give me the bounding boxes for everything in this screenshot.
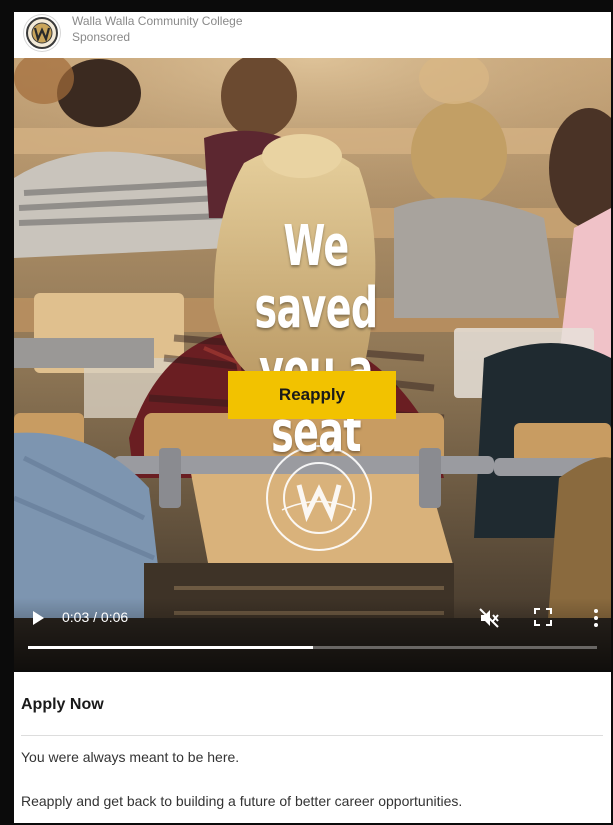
- caption-line-2: Reapply and get back to building a futur…: [21, 793, 463, 809]
- ad-frame: Walla Walla Community College Sponsored: [0, 0, 613, 825]
- apply-now-title[interactable]: Apply Now: [21, 696, 104, 714]
- advertiser-avatar[interactable]: [24, 15, 60, 51]
- sponsored-label: Sponsored: [72, 30, 131, 44]
- headline-line-1: We saved: [254, 214, 379, 341]
- divider: [21, 735, 603, 736]
- play-icon[interactable]: [30, 610, 46, 626]
- advertiser-name[interactable]: Walla Walla Community College: [72, 14, 243, 28]
- college-logo-icon: [26, 17, 58, 49]
- post-header: Walla Walla Community College Sponsored: [14, 12, 611, 58]
- ad-caption: Apply Now You were always meant to be he…: [14, 672, 611, 823]
- headline: We saved you a seat: [225, 216, 407, 464]
- reapply-button[interactable]: Reapply: [228, 371, 396, 419]
- fullscreen-icon[interactable]: [534, 608, 552, 626]
- mute-icon[interactable]: [478, 607, 500, 629]
- playback-time: 0:03 / 0:06: [62, 609, 129, 625]
- caption-line-1: You were always meant to be here.: [21, 749, 240, 765]
- video-controls: 0:03 / 0:06: [14, 598, 611, 670]
- more-options-icon[interactable]: [592, 608, 600, 628]
- progress-fill: [28, 646, 313, 649]
- video-player[interactable]: We saved you a seat Reapply 0:03 / 0:06: [14, 58, 611, 670]
- progress-track[interactable]: [28, 646, 597, 649]
